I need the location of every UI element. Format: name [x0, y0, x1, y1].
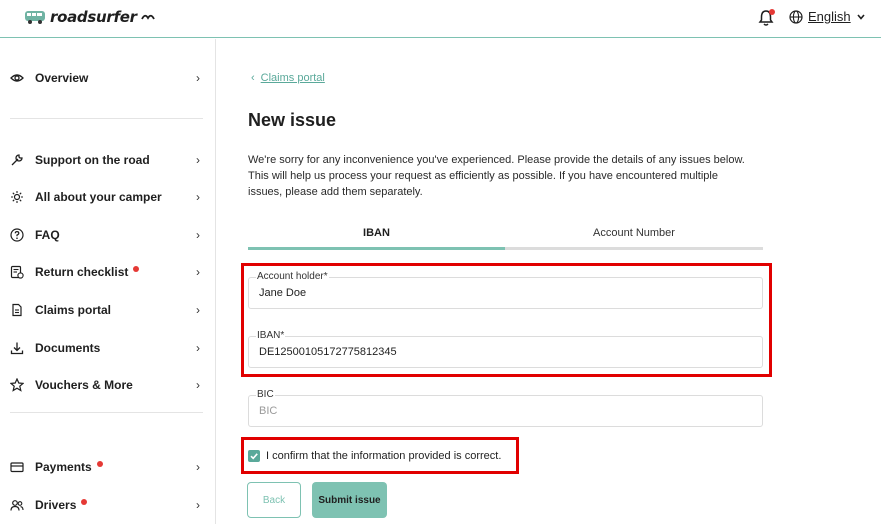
notification-badge: [769, 9, 775, 15]
breadcrumb-link[interactable]: Claims portal: [261, 72, 325, 84]
payment-method-tabs: IBAN Account Number: [248, 220, 763, 250]
brand-logo[interactable]: roadsurfer: [24, 8, 155, 26]
wave-icon: [140, 14, 155, 20]
sidebar-item-label: Drivers: [35, 498, 77, 512]
sidebar-item-documents[interactable]: Documents ›: [10, 337, 202, 359]
sidebar-item-drivers[interactable]: Drivers ›: [10, 494, 202, 516]
sidebar-item-payments[interactable]: Payments ›: [10, 456, 202, 478]
document-icon: [10, 303, 24, 317]
sidebar: Overview › Support on the road › All abo…: [0, 39, 216, 524]
chevron-right-icon: ›: [196, 460, 200, 474]
chevron-right-icon: ›: [196, 265, 200, 279]
page-description: We're sorry for any inconvenience you've…: [248, 154, 745, 198]
language-label: English: [808, 9, 851, 24]
sidebar-item-label: Claims portal: [35, 303, 112, 317]
sidebar-item-claims-portal[interactable]: Claims portal ›: [10, 299, 202, 321]
sidebar-item-label: FAQ: [35, 228, 60, 242]
eye-icon: [10, 71, 24, 85]
notifications-button[interactable]: [757, 9, 775, 27]
breadcrumb[interactable]: ‹ Claims portal: [251, 72, 325, 84]
sidebar-item-label: Overview: [35, 71, 89, 85]
sidebar-item-camper[interactable]: All about your camper ›: [10, 186, 202, 208]
camper-van-icon: [25, 11, 45, 24]
tab-account-number[interactable]: Account Number: [505, 220, 763, 246]
tab-iban[interactable]: IBAN: [248, 220, 505, 246]
star-icon: [10, 378, 24, 392]
sidebar-item-label: Payments: [35, 460, 92, 474]
highlight-box-bank-fields: [241, 263, 772, 377]
chevron-right-icon: ›: [196, 228, 200, 242]
chevron-right-icon: ›: [196, 303, 200, 317]
bic-field[interactable]: BIC: [248, 395, 763, 427]
sidebar-item-label: Documents: [35, 341, 101, 355]
top-header: roadsurfer English: [0, 0, 881, 38]
sun-icon: [10, 190, 24, 204]
sidebar-divider: [10, 118, 203, 119]
question-icon: [10, 228, 24, 242]
wrench-icon: [10, 153, 24, 167]
sidebar-item-label: Vouchers & More: [35, 378, 133, 392]
back-button[interactable]: Back: [247, 482, 301, 518]
chevron-right-icon: ›: [196, 341, 200, 355]
download-icon: [10, 341, 24, 355]
alert-dot: [81, 499, 88, 505]
sidebar-item-faq[interactable]: FAQ ›: [10, 224, 202, 246]
chevron-right-icon: ›: [196, 153, 200, 167]
chevron-down-icon: [857, 13, 865, 20]
sidebar-item-label: Support on the road: [35, 153, 150, 167]
chevron-right-icon: ›: [196, 498, 200, 512]
sidebar-item-return-checklist[interactable]: Return checklist ›: [10, 261, 202, 283]
page-title: New issue: [248, 110, 337, 130]
tab-indicator-active: [248, 247, 505, 250]
alert-dot: [96, 461, 103, 467]
tab-indicator-inactive: [505, 247, 763, 250]
sidebar-divider: [10, 412, 203, 413]
chevron-left-icon: ‹: [251, 72, 255, 84]
bic-placeholder: BIC: [259, 405, 278, 417]
sidebar-item-overview[interactable]: Overview ›: [10, 67, 202, 89]
highlight-box-confirm: [241, 437, 519, 474]
brand-name: roadsurfer: [50, 8, 137, 26]
chevron-right-icon: ›: [196, 378, 200, 392]
users-icon: [10, 498, 24, 512]
bic-label: BIC: [256, 389, 275, 400]
chevron-right-icon: ›: [196, 71, 200, 85]
sidebar-item-vouchers[interactable]: Vouchers & More ›: [10, 374, 202, 396]
card-icon: [10, 460, 24, 474]
submit-issue-button[interactable]: Submit issue: [312, 482, 387, 518]
sidebar-item-label: All about your camper: [35, 190, 162, 204]
checklist-icon: [10, 265, 24, 279]
language-selector[interactable]: English: [789, 9, 866, 24]
chevron-right-icon: ›: [196, 190, 200, 204]
globe-icon: [789, 9, 803, 24]
sidebar-item-label: Return checklist: [35, 265, 129, 279]
sidebar-item-support[interactable]: Support on the road ›: [10, 149, 202, 171]
alert-dot: [133, 266, 140, 272]
